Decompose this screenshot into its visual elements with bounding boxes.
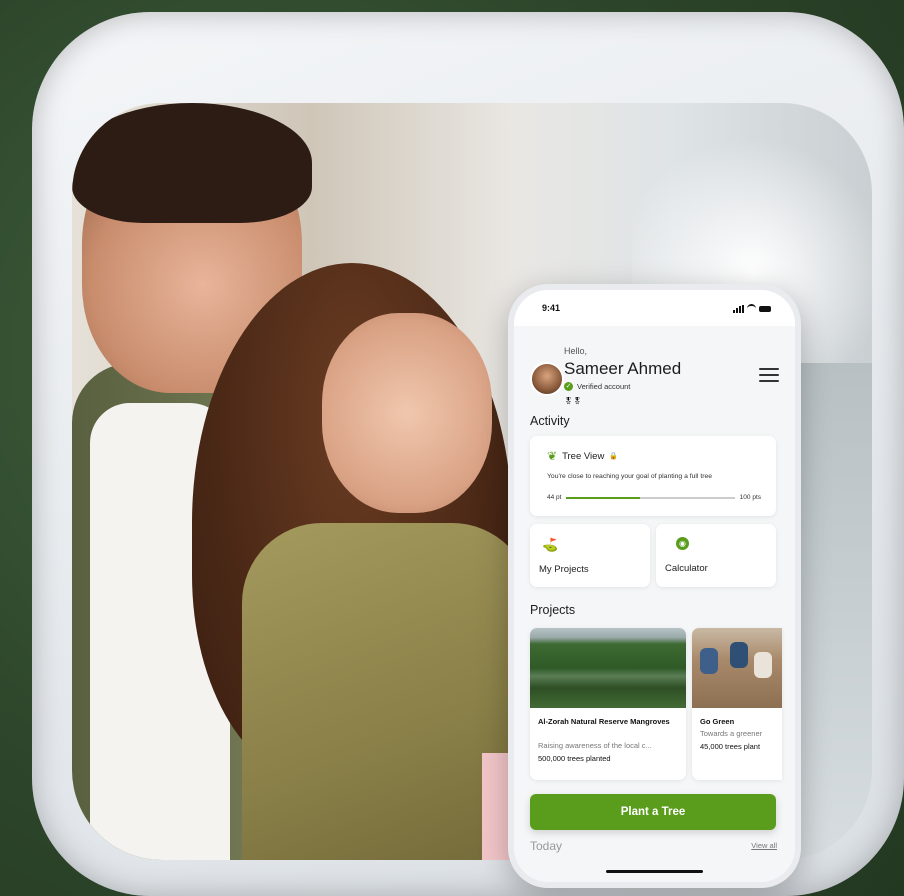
project-image-mangroves [530,628,686,708]
verified-label: Verified account [577,382,631,391]
project-image-planting [692,628,782,708]
hamburger-menu-icon[interactable] [759,368,779,382]
tree-view-description: You're close to reaching your goal of pl… [547,473,713,480]
tree-view-title: ❦ Tree View 🔒 [547,449,618,463]
bokeh-column [792,363,872,860]
projects-heading: Projects [530,603,576,617]
calculator-button[interactable]: ◉ Calculator [656,524,776,587]
activity-heading: Activity [530,414,570,428]
calculator-label: Calculator [665,563,708,574]
sprout-icon: ❦ [547,449,558,463]
project-title: Al-Zorah Natural Reserve Mangroves [538,717,670,726]
greeting-hello: Hello, [564,346,588,356]
project-card[interactable]: Go Green Towards a greener 45,000 trees … [692,628,782,780]
lock-icon: 🔒 [609,453,619,460]
status-icons [733,304,771,313]
woman-face [322,313,492,513]
signal-icon [733,304,744,313]
progress-track [566,496,735,499]
progress-fill [566,496,641,499]
project-subtitle: Towards a greener [700,729,763,738]
my-projects-label: My Projects [539,564,589,575]
progress-end-label: 100 pts [739,494,761,501]
project-count: 45,000 trees plant [700,742,761,751]
phone-screen: 9:41 Hello, Sameer Ahmed ✓ Verified acco… [514,290,795,882]
check-icon: ✓ [564,382,573,391]
tree-view-label: Tree View [562,450,605,462]
project-title: Go Green [700,717,735,726]
home-indicator[interactable] [606,870,703,873]
today-heading: Today [530,839,563,853]
tree-progress: 44 pt 100 pts [547,494,761,501]
man-hair [72,103,312,223]
avatar[interactable] [530,362,564,396]
view-all-link[interactable]: View all [751,841,777,850]
battery-icon [759,305,771,312]
map-pin-icon: ⛳ [542,537,559,552]
progress-start-label: 44 pt [547,494,562,501]
status-bar: 9:41 [514,290,795,326]
project-count: 500,000 trees planted [538,754,611,763]
status-time: 9:41 [542,303,561,313]
wifi-icon [747,304,756,313]
phone-mockup: 9:41 Hello, Sameer Ahmed ✓ Verified acco… [508,284,801,888]
project-card[interactable]: Al-Zorah Natural Reserve Mangroves Raisi… [530,628,686,780]
medals-icon: 🎖🎖 [564,398,582,405]
plant-a-tree-button[interactable]: Plant a Tree [530,794,776,830]
user-name: Sameer Ahmed [564,359,682,378]
calculator-icon: ◉ [676,537,689,550]
project-subtitle: Raising awareness of the local c... [538,741,652,750]
verified-badge: ✓ Verified account [564,382,630,391]
tree-view-card[interactable]: ❦ Tree View 🔒 You're close to reaching y… [530,436,776,516]
my-projects-button[interactable]: ⛳ My Projects [530,524,650,587]
